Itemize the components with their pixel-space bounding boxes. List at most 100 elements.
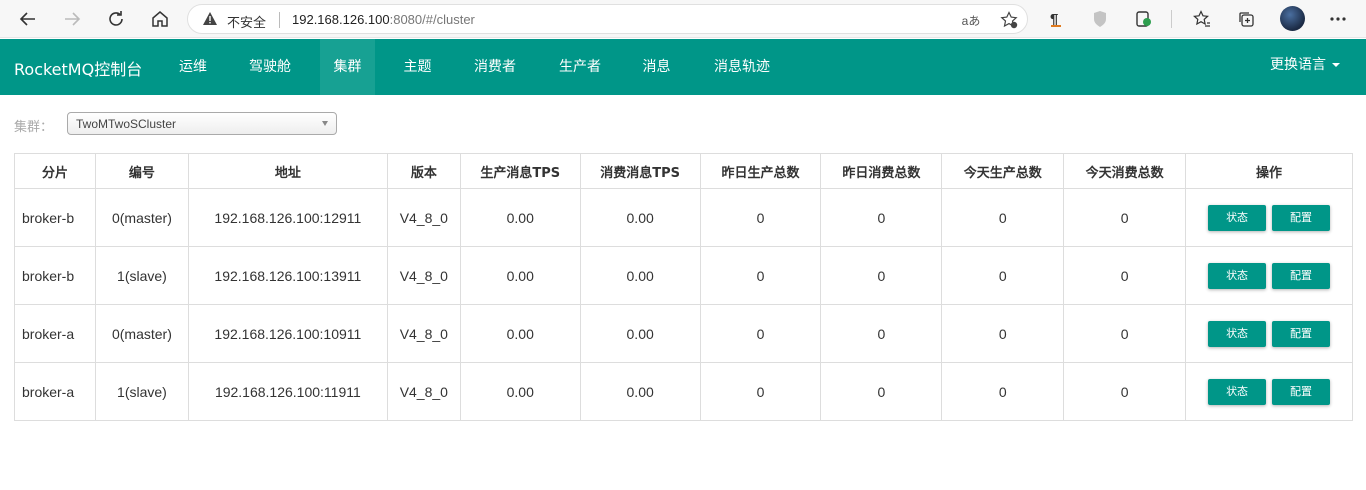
col-header-address: 地址 bbox=[187, 153, 388, 189]
cell-index: 0(master) bbox=[94, 188, 189, 247]
home-icon bbox=[152, 11, 168, 27]
cell-shard: broker-b bbox=[14, 246, 96, 305]
cluster-select-value: TwoMTwoSCluster bbox=[76, 117, 177, 131]
cell-produce-tps: 0.00 bbox=[459, 188, 581, 247]
broker-table: 分片 编号 地址 版本 生产消息TPS 消费消息TPS 昨日生产总数 昨日消费总… bbox=[14, 153, 1353, 421]
config-button[interactable]: 配置 bbox=[1271, 262, 1330, 289]
nav-message-trace[interactable]: 消息轨迹 bbox=[699, 39, 785, 95]
language-label: 更换语言 bbox=[1270, 57, 1326, 73]
cell-yesterday-produce: 0 bbox=[699, 188, 822, 247]
cell-operations: 状态 配置 bbox=[1185, 246, 1353, 305]
home-button[interactable] bbox=[146, 5, 174, 33]
cell-produce-tps: 0.00 bbox=[459, 362, 581, 421]
cell-index: 1(slave) bbox=[94, 362, 189, 421]
cell-consume-tps: 0.00 bbox=[579, 362, 701, 421]
address-bar[interactable]: 不安全 192.168.126.100:8080/#/cluster aあ bbox=[187, 4, 1028, 34]
back-button[interactable] bbox=[14, 5, 42, 33]
cell-produce-tps: 0.00 bbox=[459, 246, 581, 305]
refresh-icon bbox=[109, 11, 123, 26]
cell-consume-tps: 0.00 bbox=[579, 188, 701, 247]
cell-address: 192.168.126.100:13911 bbox=[187, 246, 388, 305]
cell-version: V4_8_0 bbox=[386, 362, 461, 421]
dropdown-arrow-icon bbox=[322, 121, 328, 126]
col-header-today-consume: 今天消费总数 bbox=[1063, 153, 1187, 189]
cell-shard: broker-a bbox=[14, 304, 96, 363]
cell-index: 1(slave) bbox=[94, 246, 189, 305]
table-header-row: 分片 编号 地址 版本 生产消息TPS 消费消息TPS 昨日生产总数 昨日消费总… bbox=[14, 153, 1353, 189]
table-row: broker-a 0(master) 192.168.126.100:10911… bbox=[14, 304, 1353, 363]
config-button[interactable]: 配置 bbox=[1271, 378, 1330, 405]
cell-yesterday-produce: 0 bbox=[699, 304, 822, 363]
collections-icon[interactable] bbox=[1234, 7, 1258, 31]
col-header-version: 版本 bbox=[386, 153, 461, 189]
cell-today-consume: 0 bbox=[1063, 188, 1187, 247]
cell-yesterday-produce: 0 bbox=[699, 362, 822, 421]
nav-dashboard[interactable]: 驾驶舱 bbox=[234, 39, 306, 95]
table-row: broker-b 1(slave) 192.168.126.100:13911 … bbox=[14, 246, 1353, 305]
cell-today-consume: 0 bbox=[1063, 362, 1187, 421]
cell-produce-tps: 0.00 bbox=[459, 304, 581, 363]
table-row: broker-b 0(master) 192.168.126.100:12911… bbox=[14, 188, 1353, 247]
status-button[interactable]: 状态 bbox=[1208, 378, 1267, 405]
cell-version: V4_8_0 bbox=[386, 304, 461, 363]
browser-toolbar: 不安全 192.168.126.100:8080/#/cluster aあ ¶ bbox=[0, 0, 1366, 38]
cell-address: 192.168.126.100:12911 bbox=[187, 188, 388, 247]
shield-extension-icon[interactable] bbox=[1088, 7, 1112, 31]
favorites-icon[interactable] bbox=[1190, 7, 1214, 31]
config-button[interactable]: 配置 bbox=[1271, 204, 1330, 231]
nav-producer[interactable]: 生产者 bbox=[544, 39, 616, 95]
cell-yesterday-produce: 0 bbox=[699, 246, 822, 305]
url-text[interactable]: 192.168.126.100:8080/#/cluster bbox=[292, 12, 475, 27]
nav-message[interactable]: 消息 bbox=[629, 39, 684, 95]
cell-version: V4_8_0 bbox=[386, 188, 461, 247]
cell-shard: broker-b bbox=[14, 188, 96, 247]
col-header-shard: 分片 bbox=[14, 153, 96, 189]
config-button[interactable]: 配置 bbox=[1271, 320, 1330, 347]
add-favorite-icon[interactable] bbox=[998, 9, 1020, 31]
cell-today-produce: 0 bbox=[941, 362, 1065, 421]
cell-operations: 状态 配置 bbox=[1185, 304, 1353, 363]
col-header-today-produce: 今天生产总数 bbox=[941, 153, 1065, 189]
status-button[interactable]: 状态 bbox=[1208, 262, 1267, 289]
cluster-select-label: 集群： bbox=[14, 120, 54, 135]
col-header-operations: 操作 bbox=[1185, 153, 1353, 189]
brand-title[interactable]: RocketMQ控制台 bbox=[14, 56, 142, 80]
app-navbar: RocketMQ控制台 运维 驾驶舱 集群 主题 消费者 生产者 消息 消息轨迹… bbox=[0, 39, 1366, 95]
paragraph-extension-icon[interactable]: ¶ bbox=[1044, 7, 1068, 31]
address-separator bbox=[279, 12, 280, 28]
cell-today-consume: 0 bbox=[1063, 246, 1187, 305]
status-button[interactable]: 状态 bbox=[1208, 320, 1267, 347]
cell-index: 0(master) bbox=[94, 304, 189, 363]
cell-consume-tps: 0.00 bbox=[579, 246, 701, 305]
cluster-select[interactable]: TwoMTwoSCluster bbox=[67, 112, 337, 135]
collections-extension-icon[interactable] bbox=[1132, 7, 1156, 31]
status-button[interactable]: 状态 bbox=[1208, 204, 1267, 231]
cell-address: 192.168.126.100:10911 bbox=[187, 304, 388, 363]
nav-consumer[interactable]: 消费者 bbox=[459, 39, 531, 95]
forward-arrow-icon bbox=[65, 12, 81, 26]
url-host: 192.168.126.100 bbox=[292, 12, 390, 27]
read-aloud-icon[interactable]: aあ bbox=[960, 9, 982, 31]
warning-icon bbox=[202, 11, 218, 32]
col-header-consume-tps: 消费消息TPS bbox=[579, 153, 701, 189]
cell-operations: 状态 配置 bbox=[1185, 188, 1353, 247]
cell-yesterday-consume: 0 bbox=[820, 304, 943, 363]
refresh-button[interactable] bbox=[102, 5, 130, 33]
nav-ops[interactable]: 运维 bbox=[164, 39, 222, 95]
nav-topic[interactable]: 主题 bbox=[390, 39, 445, 95]
cell-version: V4_8_0 bbox=[386, 246, 461, 305]
cell-today-produce: 0 bbox=[941, 304, 1065, 363]
forward-button[interactable] bbox=[58, 5, 86, 33]
col-header-yesterday-produce: 昨日生产总数 bbox=[699, 153, 822, 189]
cell-today-produce: 0 bbox=[941, 188, 1065, 247]
more-menu-icon[interactable] bbox=[1326, 7, 1350, 31]
caret-down-icon bbox=[1332, 63, 1340, 67]
col-header-yesterday-consume: 昨日消费总数 bbox=[820, 153, 943, 189]
cell-yesterday-consume: 0 bbox=[820, 246, 943, 305]
insecure-label[interactable]: 不安全 bbox=[227, 12, 266, 31]
nav-cluster[interactable]: 集群 bbox=[320, 39, 375, 95]
language-dropdown[interactable]: 更换语言 bbox=[1270, 39, 1340, 91]
profile-avatar[interactable] bbox=[1280, 6, 1305, 31]
cell-consume-tps: 0.00 bbox=[579, 304, 701, 363]
cell-today-produce: 0 bbox=[941, 246, 1065, 305]
